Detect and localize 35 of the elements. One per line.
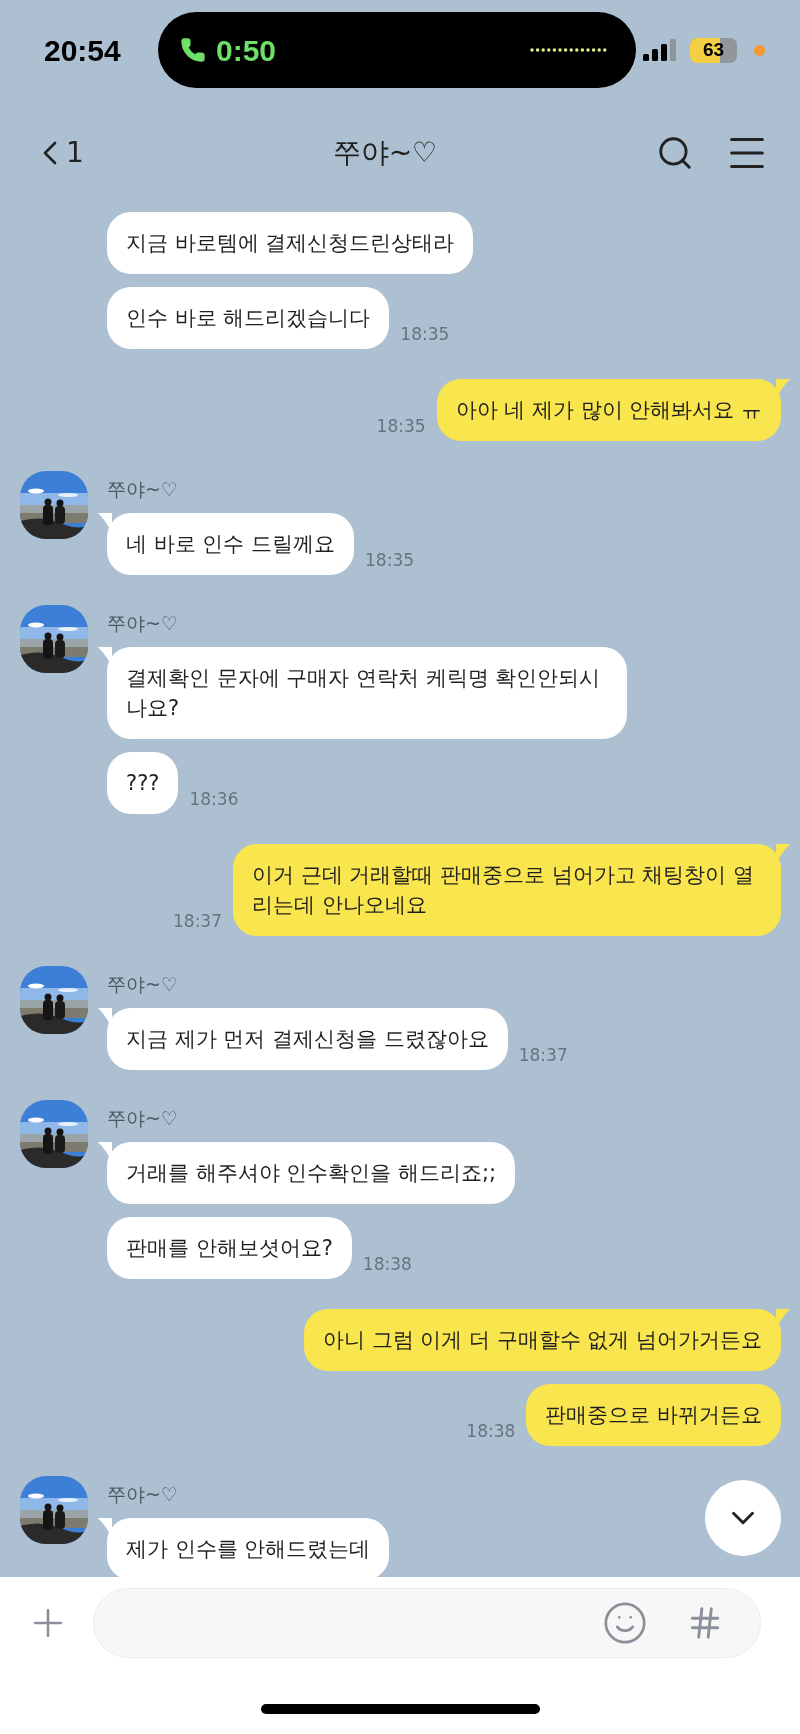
message-time: 18:35 (400, 322, 450, 346)
sender-name: 쭈야~♡ (107, 1106, 178, 1131)
message-bubble: 이거 근데 거래할때 판매중으로 넘어가고 채팅창이 열리는데 안나오네요 (233, 844, 781, 936)
sender-name: 쭈야~♡ (107, 611, 178, 636)
message-time: 18:35 (376, 414, 426, 438)
message-bubble: 판매중으로 바뀌거든요 (526, 1384, 781, 1446)
back-button[interactable]: 1 (30, 131, 84, 174)
message-bubble: 인수 바로 해드리겠습니다 (107, 287, 390, 349)
message-bubble: 판매를 안해보셧어요? (107, 1217, 352, 1279)
message-time: 18:36 (189, 787, 239, 811)
message-time: 18:37 (518, 1043, 568, 1067)
sender-name: 쭈야~♡ (107, 1482, 178, 1507)
message-bubble: 지금 바로템에 결제신청드린상태라 (107, 212, 474, 274)
message-bubble: 아니 그럼 이게 더 구매할수 없게 넘어가거든요 (303, 1309, 781, 1371)
message-time: 18:38 (362, 1252, 412, 1276)
message-bubble: 아아 네 제가 많이 안해봐서요 ㅠ (436, 379, 781, 441)
status-time: 20:54 (44, 32, 122, 69)
message-bubble: 결제확인 문자에 구매자 연락처 케릭명 확인안되시나요? (107, 647, 627, 739)
message-bubble: 거래를 해주셔야 인수확인을 해드리죠;; (107, 1142, 516, 1204)
message-time: 18:38 (466, 1419, 516, 1443)
sender-name: 쭈야~♡ (107, 972, 178, 997)
phone-icon (180, 37, 206, 63)
chat-title: 쭈야~♡ (332, 134, 438, 171)
signal-icon (643, 39, 676, 61)
battery-indicator: 63 (690, 37, 737, 63)
message-bubble: ??? (107, 752, 179, 814)
message-bubble: 네 바로 인수 드릴께요 (107, 513, 355, 575)
message-time: 18:35 (365, 548, 415, 572)
message-bubble: 제가 인수를 안해드렸는데 (107, 1518, 390, 1577)
waveform-icon (530, 48, 608, 52)
emoji-icon[interactable] (602, 1600, 648, 1646)
call-timer: 0:50 (216, 32, 277, 69)
message-bubble: 지금 제가 먼저 결제신청을 드렸잖아요 (107, 1008, 508, 1070)
message-time: 18:37 (173, 909, 222, 933)
sender-name: 쭈야~♡ (107, 477, 178, 502)
